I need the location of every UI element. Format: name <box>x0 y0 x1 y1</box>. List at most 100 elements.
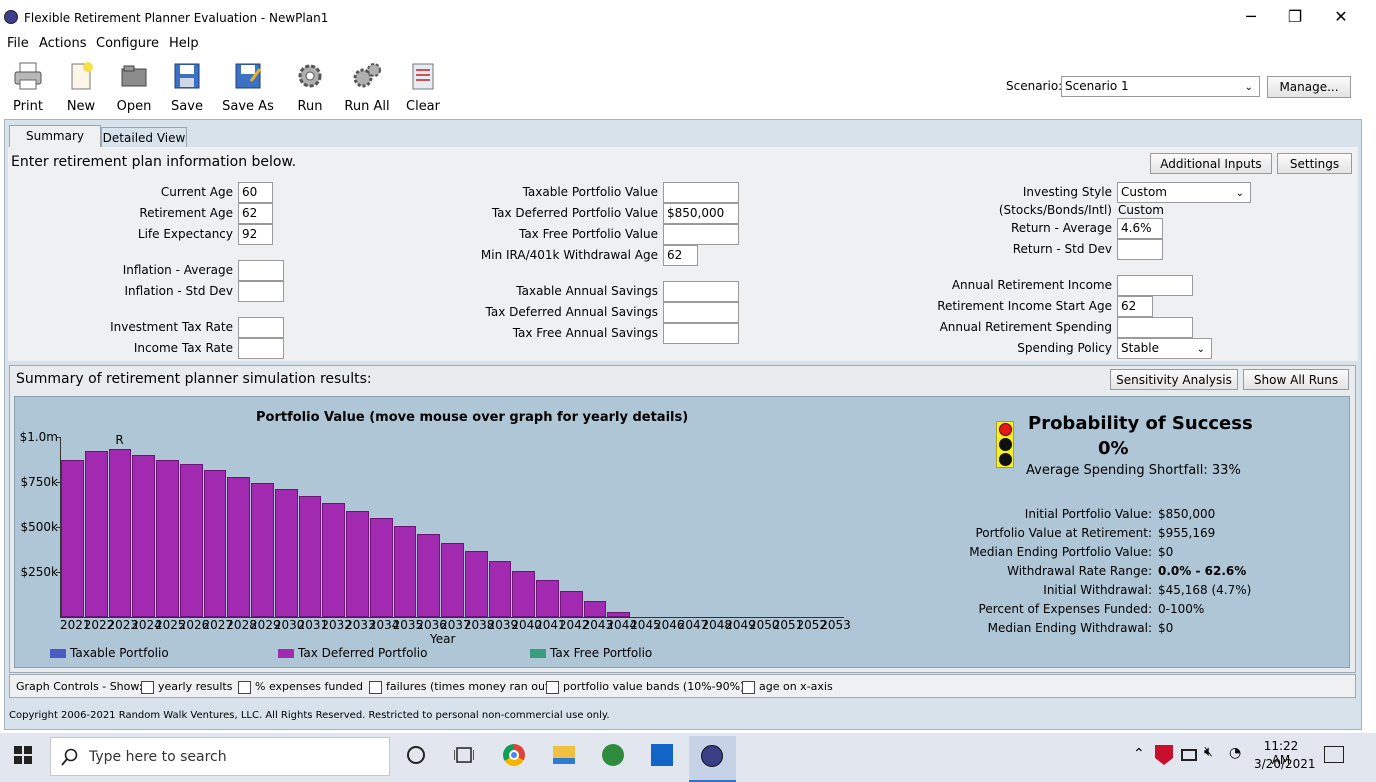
open-label: Open <box>116 99 152 114</box>
tax-free-savings-label: Tax Free Annual Savings <box>512 326 658 340</box>
restore-button[interactable]: ❐ <box>1272 4 1318 30</box>
taskbar-search-box[interactable]: Type here to search <box>50 737 390 776</box>
value-bands-checkbox[interactable] <box>546 681 559 694</box>
save-as-icon <box>235 63 262 89</box>
app-logo-icon <box>4 10 18 24</box>
settings-button[interactable]: Settings <box>1277 153 1352 174</box>
tax-deferred-savings-field[interactable] <box>663 302 739 323</box>
probability-title: Probability of Success <box>1028 413 1253 434</box>
retirement-age-label: Retirement Age <box>139 206 233 220</box>
inflation-std-field[interactable] <box>238 281 284 302</box>
stat-label-median-ending: Median Ending Portfolio Value: <box>969 545 1152 559</box>
menu-file[interactable]: File <box>7 36 29 51</box>
tab-detailed-view[interactable]: Detailed View <box>101 127 187 149</box>
tax-deferred-portfolio-field[interactable]: $850,000 <box>663 203 739 224</box>
min-ira-age-field[interactable]: 62 <box>663 245 698 266</box>
return-average-field[interactable]: 4.6% <box>1117 218 1163 239</box>
current-age-label: Current Age <box>160 185 233 199</box>
file-explorer-icon[interactable] <box>553 746 575 764</box>
cortana-icon[interactable] <box>407 746 425 764</box>
inflation-average-field[interactable] <box>238 260 284 281</box>
tax-free-savings-field[interactable] <box>663 323 739 344</box>
taxable-savings-field[interactable] <box>663 281 739 302</box>
app-logo-icon <box>701 745 723 767</box>
green-app-icon[interactable] <box>602 744 624 766</box>
chevron-down-icon: ⌄ <box>1235 188 1244 199</box>
run-all-button[interactable]: Run All <box>344 58 390 116</box>
battery-icon[interactable] <box>1181 749 1197 761</box>
show-all-runs-button[interactable]: Show All Runs <box>1243 369 1349 390</box>
tax-deferred-savings-label: Tax Deferred Annual Savings <box>485 305 658 319</box>
stocks-bonds-value: Custom <box>1118 203 1164 217</box>
legend-swatch-taxable <box>50 649 66 658</box>
stat-value-median-ending: $0 <box>1158 545 1174 559</box>
stat-label-median-withdrawal: Median Ending Withdrawal: <box>987 621 1152 635</box>
investing-style-select[interactable]: Custom ⌄ <box>1117 182 1251 203</box>
tab-summary-view[interactable]: Summary View <box>9 125 101 163</box>
age-x-axis-checkbox[interactable] <box>742 681 755 694</box>
life-expectancy-label: Life Expectancy <box>137 227 233 241</box>
income-tax-field[interactable] <box>238 338 284 359</box>
chrome-icon[interactable] <box>503 744 525 766</box>
floppy-disk-icon <box>174 63 200 89</box>
taskbar-date[interactable]: 3/20/2021 <box>1254 757 1316 771</box>
save-as-button[interactable]: Save As <box>222 58 274 116</box>
current-age-field[interactable]: 60 <box>238 182 273 203</box>
chevron-up-icon[interactable]: ⌃ <box>1133 746 1145 762</box>
stocks-bonds-label: (Stocks/Bonds/Intl) <box>998 203 1112 217</box>
x-axis-label: Year <box>430 632 456 646</box>
run-button[interactable]: Run <box>292 58 328 116</box>
failures-checkbox[interactable] <box>369 681 382 694</box>
windows-start-icon[interactable] <box>14 746 32 764</box>
menu-configure[interactable]: Configure <box>96 36 159 51</box>
annual-income-field[interactable] <box>1117 275 1193 296</box>
minimize-button[interactable]: ─ <box>1228 4 1274 30</box>
taxable-portfolio-field[interactable] <box>663 182 739 203</box>
additional-inputs-button[interactable]: Additional Inputs <box>1150 153 1272 174</box>
income-start-age-field[interactable]: 62 <box>1117 296 1153 317</box>
investing-style-value: Custom <box>1121 185 1167 199</box>
notifications-icon[interactable] <box>1324 746 1344 763</box>
investment-tax-field[interactable] <box>238 317 284 338</box>
menu-help[interactable]: Help <box>169 36 199 51</box>
task-view-icon[interactable] <box>453 746 475 764</box>
stat-value-expenses-funded: 0-100% <box>1158 602 1205 616</box>
stat-label-value-at-retirement: Portfolio Value at Retirement: <box>975 526 1152 540</box>
print-button[interactable]: Print <box>8 58 48 116</box>
print-label: Print <box>13 99 43 114</box>
legend-swatch-tax-deferred <box>278 649 294 658</box>
window-title: Flexible Retirement Planner Evaluation -… <box>24 11 329 25</box>
life-expectancy-field[interactable]: 92 <box>238 224 273 245</box>
taxable-savings-label: Taxable Annual Savings <box>516 284 658 298</box>
annual-spending-label: Annual Retirement Spending <box>939 320 1112 334</box>
spending-policy-select[interactable]: Stable ⌄ <box>1117 338 1212 359</box>
volume-muted-icon[interactable]: 🔇︎ <box>1204 744 1213 760</box>
tax-free-portfolio-field[interactable] <box>663 224 739 245</box>
graph-controls-bar: Graph Controls - Show: yearly results % … <box>9 674 1356 698</box>
gears-icon <box>353 63 381 88</box>
clear-document-icon <box>412 63 434 90</box>
scenario-select[interactable]: Scenario 1 ⌄ <box>1061 76 1260 97</box>
close-button[interactable]: ✕ <box>1318 4 1364 30</box>
clear-button[interactable]: Clear <box>405 58 441 116</box>
retirement-age-field[interactable]: 62 <box>238 203 273 224</box>
return-std-field[interactable] <box>1117 239 1163 260</box>
taxable-portfolio-label: Taxable Portfolio Value <box>522 185 658 199</box>
inputs-heading: Enter retirement plan information below. <box>11 154 297 170</box>
age-x-axis-label: age on x-axis <box>759 680 833 693</box>
new-document-icon <box>71 62 93 90</box>
probability-value: 0% <box>1098 438 1129 459</box>
expenses-funded-checkbox[interactable] <box>238 681 251 694</box>
open-button[interactable]: Open <box>113 58 155 116</box>
retirement-planner-taskbar-button[interactable] <box>689 736 736 782</box>
save-button[interactable]: Save <box>168 58 206 116</box>
outlook-icon[interactable] <box>651 744 673 766</box>
wifi-icon[interactable]: ◔ <box>1229 745 1241 761</box>
new-button[interactable]: New <box>62 58 100 116</box>
yearly-results-checkbox[interactable] <box>141 681 154 694</box>
annual-spending-field[interactable] <box>1117 317 1193 338</box>
manage-button[interactable]: Manage... <box>1267 76 1351 98</box>
menu-actions[interactable]: Actions <box>39 36 87 51</box>
sensitivity-analysis-button[interactable]: Sensitivity Analysis <box>1110 369 1238 390</box>
folder-open-icon <box>121 65 147 87</box>
